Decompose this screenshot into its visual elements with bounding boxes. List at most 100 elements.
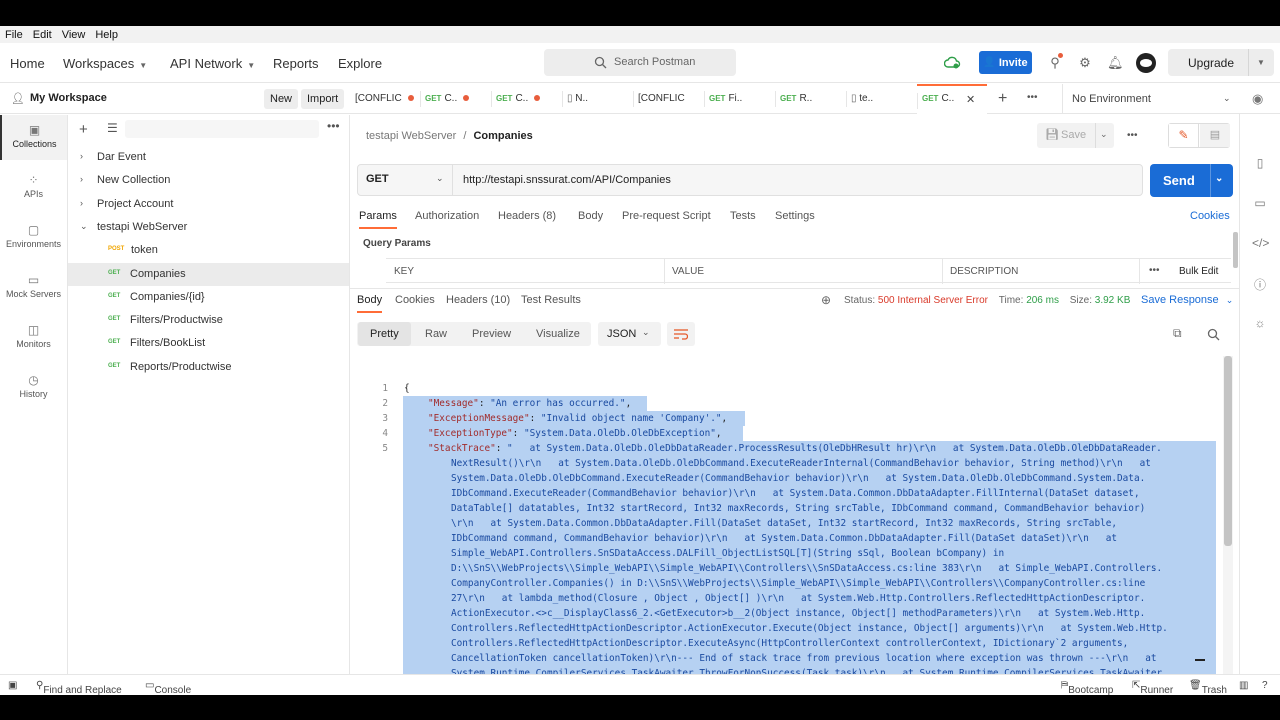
more-options-icon[interactable]: ••• bbox=[327, 119, 340, 133]
send-button[interactable]: Send ⌄ bbox=[1150, 164, 1233, 197]
nav-reports[interactable]: Reports bbox=[273, 56, 319, 71]
runner-button[interactable]: ⇱ Runner bbox=[1132, 680, 1173, 695]
upgrade-button[interactable]: Upgrade ▼ bbox=[1168, 49, 1274, 76]
save-button[interactable]: 💾︎ Save ⌄ bbox=[1037, 123, 1114, 148]
tab-headers[interactable]: Headers (8) bbox=[498, 210, 556, 222]
menu-edit[interactable]: Edit bbox=[33, 29, 52, 41]
view-visualize[interactable]: Visualize bbox=[524, 322, 592, 346]
trash-button[interactable]: 🗑︎ Trash bbox=[1189, 680, 1227, 695]
response-tab-body[interactable]: Body bbox=[357, 294, 383, 313]
settings-gear-icon[interactable]: ⚙ bbox=[1077, 55, 1093, 71]
request-tab[interactable]: GET R.. bbox=[775, 84, 845, 114]
comments-icon[interactable]: ▭ bbox=[1252, 196, 1268, 212]
view-raw[interactable]: Raw bbox=[413, 322, 459, 346]
chevron-right-icon[interactable]: › bbox=[80, 198, 83, 208]
nav-workspaces[interactable]: Workspaces ▼ bbox=[63, 56, 147, 71]
chevron-down-icon[interactable]: ⌄ bbox=[1215, 173, 1223, 184]
chevron-down-icon[interactable]: ⌄ bbox=[1100, 129, 1108, 140]
help-icon[interactable]: ? bbox=[1262, 680, 1268, 691]
add-collection-icon[interactable]: + bbox=[79, 121, 88, 138]
menu-view[interactable]: View bbox=[62, 29, 86, 41]
nav-home[interactable]: Home bbox=[10, 56, 45, 71]
filter-icon[interactable]: ☰ bbox=[107, 121, 118, 135]
copy-icon[interactable]: ⧉ bbox=[1173, 326, 1182, 341]
invite-button[interactable]: 👤 Invite bbox=[979, 51, 1032, 74]
request-tab[interactable]: GET C.. ✕ bbox=[917, 84, 987, 114]
bulk-edit-button[interactable]: Bulk Edit bbox=[1179, 266, 1218, 277]
lightbulb-icon[interactable]: ☼ bbox=[1252, 316, 1268, 332]
rail-monitors[interactable]: ◫ Monitors bbox=[0, 315, 67, 360]
chevron-right-icon[interactable]: › bbox=[80, 174, 83, 184]
search-input[interactable]: Search Postman bbox=[544, 49, 736, 76]
view-preview[interactable]: Preview bbox=[460, 322, 523, 346]
response-tab-headers[interactable]: Headers (10) bbox=[446, 294, 510, 306]
request-item[interactable]: GET Filters/BookList bbox=[68, 332, 349, 355]
menu-help[interactable]: Help bbox=[95, 29, 118, 41]
breadcrumb-parent[interactable]: testapi WebServer bbox=[366, 130, 456, 142]
chevron-down-icon[interactable]: ▼ bbox=[1257, 58, 1265, 67]
environment-select[interactable]: No Environment ⌄ bbox=[1062, 84, 1258, 114]
response-body-editor[interactable]: 1 2 3 4 5 {"Message": "An error has occurred… bbox=[350, 356, 1223, 674]
rail-history[interactable]: ◷ History bbox=[0, 365, 67, 410]
request-item[interactable]: GET Companies/{id} bbox=[68, 286, 349, 309]
view-pretty[interactable]: Pretty bbox=[358, 322, 411, 346]
collection-folder[interactable]: › Project Account bbox=[68, 193, 349, 216]
request-item[interactable]: GET Companies bbox=[68, 262, 349, 286]
tabs-more-icon[interactable]: ••• bbox=[1027, 92, 1038, 103]
console-button[interactable]: ▭ Console bbox=[145, 680, 191, 695]
chevron-down-icon[interactable]: ⌄ bbox=[80, 221, 88, 232]
request-tab[interactable]: ▯ N.. bbox=[562, 84, 632, 114]
request-tab[interactable]: [CONFLIC bbox=[350, 84, 420, 114]
response-tab-test-results[interactable]: Test Results bbox=[521, 294, 581, 306]
avatar[interactable] bbox=[1136, 53, 1156, 73]
sync-cloud-icon[interactable] bbox=[944, 55, 961, 70]
nav-explore[interactable]: Explore bbox=[338, 56, 382, 71]
rail-environments[interactable]: ▢ Environments bbox=[0, 215, 67, 260]
toggle-sidebar-icon[interactable]: ▣ bbox=[8, 680, 17, 691]
menu-file[interactable]: File bbox=[5, 29, 23, 41]
new-tab-icon[interactable]: + bbox=[998, 90, 1007, 108]
rail-mock-servers[interactable]: ▭ Mock Servers bbox=[0, 265, 67, 310]
time-value[interactable]: 206 ms bbox=[1026, 295, 1059, 306]
tab-authorization[interactable]: Authorization bbox=[415, 210, 479, 222]
chevron-right-icon[interactable]: › bbox=[80, 151, 83, 161]
tab-params[interactable]: Params bbox=[359, 210, 397, 229]
satellite-icon[interactable]: ⚲ bbox=[1047, 53, 1063, 71]
request-tab[interactable]: GET C.. bbox=[491, 84, 561, 114]
params-more-icon[interactable]: ••• bbox=[1149, 265, 1160, 276]
collection-folder[interactable]: › Dar Event bbox=[68, 146, 349, 169]
request-more-icon[interactable]: ••• bbox=[1127, 130, 1138, 141]
editor-scrollbar[interactable] bbox=[1224, 356, 1232, 546]
status-value[interactable]: 500 Internal Server Error bbox=[878, 295, 988, 306]
cookies-link[interactable]: Cookies bbox=[1190, 210, 1230, 222]
breadcrumb-current[interactable]: Companies bbox=[473, 130, 532, 142]
format-select[interactable]: JSON ⌄ bbox=[598, 322, 661, 346]
two-pane-icon[interactable]: ▥ bbox=[1239, 680, 1248, 691]
workspace-title[interactable]: My Workspace bbox=[30, 92, 107, 104]
response-tab-cookies[interactable]: Cookies bbox=[395, 294, 435, 306]
find-and-replace[interactable]: ⚲ Find and Replace bbox=[36, 680, 122, 695]
request-item[interactable]: GET Reports/Productwise bbox=[68, 356, 349, 379]
new-button[interactable]: New bbox=[264, 89, 299, 109]
close-icon[interactable]: ✕ bbox=[966, 93, 975, 106]
request-scrollbar[interactable] bbox=[1233, 232, 1238, 268]
code-icon[interactable]: </> bbox=[1252, 236, 1269, 252]
tab-body[interactable]: Body bbox=[578, 210, 603, 222]
tab-pre-request-script[interactable]: Pre-request Script bbox=[622, 210, 711, 222]
filter-input[interactable] bbox=[125, 120, 319, 138]
method-select[interactable]: GET ⌄ bbox=[358, 165, 453, 195]
request-item[interactable]: GET Filters/Productwise bbox=[68, 309, 349, 332]
collection-folder[interactable]: ⌄ testapi WebServer bbox=[68, 216, 349, 239]
save-response-button[interactable]: Save Response ⌄ bbox=[1141, 294, 1233, 306]
info-icon[interactable]: ⓘ bbox=[1252, 276, 1268, 292]
request-tab[interactable]: ▯ te.. bbox=[846, 84, 916, 114]
comment-icon[interactable]: ▤ bbox=[1200, 124, 1230, 147]
request-tab[interactable]: GET Fi.. bbox=[704, 84, 774, 114]
nav-api-network[interactable]: API Network ▼ bbox=[170, 56, 255, 71]
bell-icon[interactable]: 🔔︎ bbox=[1107, 55, 1124, 71]
tab-tests[interactable]: Tests bbox=[730, 210, 756, 222]
request-item[interactable]: POST token bbox=[68, 239, 349, 262]
tab-settings[interactable]: Settings bbox=[775, 210, 815, 222]
import-button[interactable]: Import bbox=[301, 89, 345, 109]
url-input[interactable]: http://testapi.snssurat.com/API/Companie… bbox=[463, 174, 671, 186]
